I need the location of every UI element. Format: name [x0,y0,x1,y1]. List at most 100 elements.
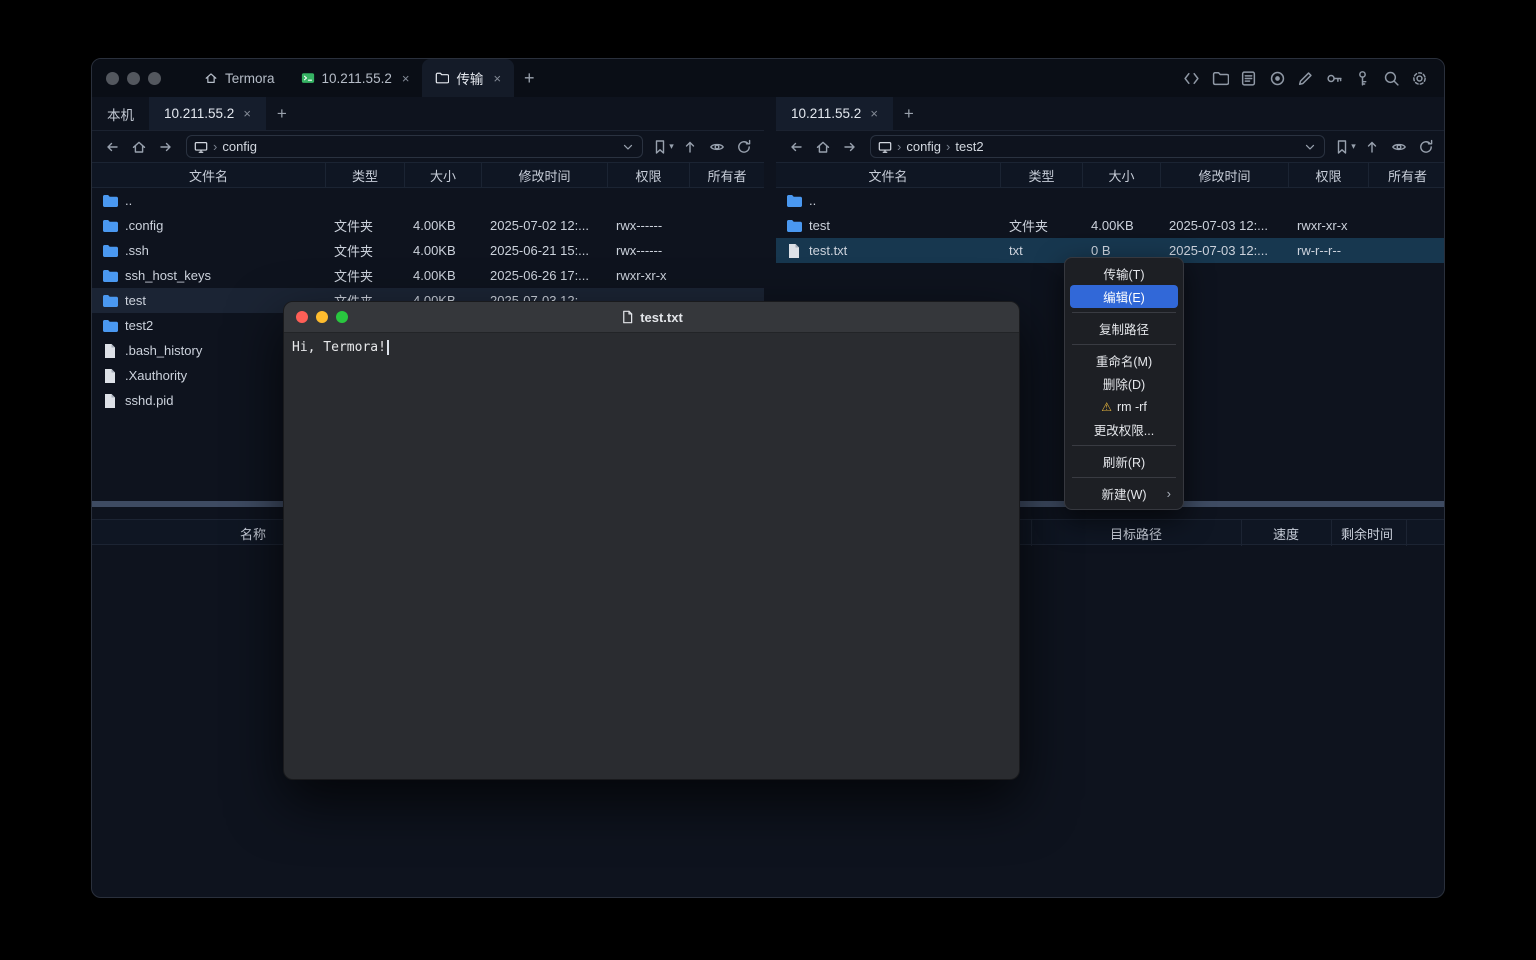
file-perm: rwxr-xr-x [1289,218,1369,233]
editor-titlebar[interactable]: test.txt [284,302,1019,333]
pane-tab-host[interactable]: 10.211.55.2 × [776,97,893,130]
show-hidden-button[interactable] [1388,136,1410,158]
file-row[interactable]: .. [92,188,764,213]
column-header-filename[interactable]: 文件名 [776,163,1001,187]
refresh-button[interactable] [1415,136,1437,158]
right-pane-tab-bar: 10.211.55.2 × + [776,97,1445,131]
tab-termora[interactable]: Termora [191,59,288,97]
close-tab-icon[interactable]: × [493,71,501,86]
device-icon [194,140,208,154]
column-header-perm[interactable]: 权限 [608,163,690,187]
code-snippets-icon[interactable] [1183,70,1200,87]
log-viewer-icon[interactable] [1240,70,1257,87]
menu-separator [1072,477,1176,478]
home-button[interactable] [812,136,834,158]
column-header-perm[interactable]: 权限 [1289,163,1369,187]
editor-zoom-button[interactable] [336,311,348,323]
show-hidden-button[interactable] [706,136,728,158]
editor-content[interactable]: Hi, Termora! [284,333,1019,362]
file-type: 文件夹 [326,216,405,235]
column-header-size[interactable]: 大小 [405,163,482,187]
path-bar[interactable]: › config › test2 [870,135,1325,158]
menu-separator [1072,445,1176,446]
file-manager-icon[interactable] [1212,70,1229,87]
upload-button[interactable] [679,136,701,158]
key-manager-icon[interactable] [1326,70,1343,87]
file-size: 4.00KB [405,218,482,233]
menu-item-delete[interactable]: 删除(D) [1070,372,1178,395]
home-icon [204,71,218,85]
folder-icon [786,193,802,209]
file-type: 文件夹 [326,266,405,285]
close-tab-icon[interactable]: × [870,106,878,121]
pane-tab-local[interactable]: 本机 [92,97,149,130]
menu-item-rm-rf[interactable]: ⚠ rm -rf [1070,395,1178,418]
chevron-down-icon[interactable] [621,140,635,154]
column-separator [1241,520,1242,546]
back-button[interactable] [101,136,123,158]
keychain-icon[interactable] [1354,70,1371,87]
refresh-button[interactable] [733,136,755,158]
editor-close-button[interactable] [296,311,308,323]
close-tab-icon[interactable]: × [243,106,251,121]
column-header-destination[interactable]: 目标路径 [1110,520,1162,546]
column-header-owner[interactable]: 所有者 [1369,163,1445,187]
menu-item-edit[interactable]: 编辑(E) [1070,285,1178,308]
file-name-cell: .config [92,218,326,234]
file-row[interactable]: ssh_host_keys 文件夹 4.00KB 2025-06-26 17:.… [92,263,764,288]
menu-separator [1072,312,1176,313]
editor-pencil-icon[interactable] [1297,70,1314,87]
column-header-name[interactable]: 名称 [240,520,266,546]
close-tab-icon[interactable]: × [402,71,410,86]
home-button[interactable] [128,136,150,158]
menu-item-refresh[interactable]: 刷新(R) [1070,450,1178,473]
new-tab-button[interactable]: + [514,59,545,97]
chevron-down-icon[interactable] [1303,140,1317,154]
column-header-size[interactable]: 大小 [1083,163,1161,187]
file-name-cell: .ssh [92,243,326,259]
bookmark-button[interactable]: ▾ [652,136,674,158]
column-separator [1031,520,1032,546]
pane-tab-host[interactable]: 10.211.55.2 × [149,97,266,130]
close-window-button[interactable] [106,72,119,85]
minimize-window-button[interactable] [127,72,140,85]
column-header-owner[interactable]: 所有者 [690,163,764,187]
tab-transfer[interactable]: 传输 × [422,59,514,97]
column-header-type[interactable]: 类型 [326,163,405,187]
menu-item-copy-path[interactable]: 复制路径 [1070,317,1178,340]
upload-button[interactable] [1361,136,1383,158]
file-row[interactable]: .ssh 文件夹 4.00KB 2025-06-21 15:... rwx---… [92,238,764,263]
file-name-cell: .. [776,193,1001,209]
forward-button[interactable] [839,136,861,158]
menu-item-rename[interactable]: 重命名(M) [1070,349,1178,372]
path-bar[interactable]: › config [186,135,643,158]
column-header-speed[interactable]: 速度 [1273,520,1299,546]
file-row[interactable]: test 文件夹 4.00KB 2025-07-03 12:... rwxr-x… [776,213,1445,238]
column-header-type[interactable]: 类型 [1001,163,1083,187]
forward-button[interactable] [155,136,177,158]
bookmark-button[interactable]: ▾ [1334,136,1356,158]
settings-gear-icon[interactable] [1411,70,1428,87]
editor-window: test.txt Hi, Termora! [283,301,1020,780]
pane-new-tab-button[interactable]: + [266,97,298,130]
macro-record-icon[interactable] [1269,70,1286,87]
path-segment: test2 [955,139,983,154]
back-button[interactable] [785,136,807,158]
menu-item-transfer[interactable]: 传输(T) [1070,262,1178,285]
bookmark-dropdown-icon[interactable]: ▾ [1351,141,1356,152]
pane-new-tab-button[interactable]: + [893,97,925,130]
tab-host-10-211-55-2[interactable]: 10.211.55.2 × [288,59,423,97]
bookmark-dropdown-icon[interactable]: ▾ [669,141,674,152]
column-header-eta[interactable]: 剩余时间 [1341,520,1393,546]
file-row[interactable]: .. [776,188,1445,213]
column-header-modified[interactable]: 修改时间 [482,163,608,187]
zoom-window-button[interactable] [148,72,161,85]
menu-item-change-permissions[interactable]: 更改权限... [1070,418,1178,441]
column-header-modified[interactable]: 修改时间 [1161,163,1289,187]
menu-item-new[interactable]: 新建(W) › [1070,482,1178,505]
file-row[interactable]: .config 文件夹 4.00KB 2025-07-02 12:... rwx… [92,213,764,238]
search-icon[interactable] [1383,70,1400,87]
column-header-filename[interactable]: 文件名 [92,163,326,187]
file-icon [102,343,118,359]
editor-minimize-button[interactable] [316,311,328,323]
